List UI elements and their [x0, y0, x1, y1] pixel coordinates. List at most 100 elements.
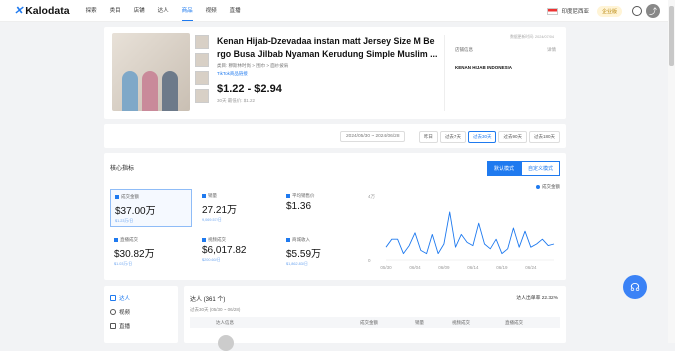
x-tick-label: 06/24	[525, 265, 537, 270]
col-revenue[interactable]: 成交金额	[360, 320, 378, 326]
kpi-label-text: 直播成交	[120, 237, 138, 242]
kpi-icon	[114, 238, 118, 242]
kpi-label: 视频成交	[202, 237, 276, 243]
col-creator[interactable]: 达人信息	[216, 320, 234, 326]
kpi-card[interactable]: 平均销售价 $1.36	[282, 189, 364, 227]
side-item-live[interactable]: 直播	[110, 322, 130, 330]
nav-item[interactable]: 类目	[110, 0, 121, 21]
price-range: $1.22 - $2.94	[217, 83, 282, 95]
col-live[interactable]: 直播成交	[505, 320, 523, 326]
range-button[interactable]: 过去30天	[467, 131, 497, 143]
x-tick-label: 06/14	[467, 265, 479, 270]
creators-panel: 达人 (361 个) 过去30天 (05/30 ~ 06/28) 达人出单率 2…	[184, 286, 566, 351]
headset-icon: ☊	[630, 281, 640, 294]
range-buttons: 昨日 过去7天 过去30天 过去90天 过去180天	[417, 131, 560, 143]
tiktok-link[interactable]: TikTok商品链接	[217, 71, 248, 77]
nav-item[interactable]: 视频	[206, 0, 217, 21]
breakdown-sidebar: 达人 视频 直播	[104, 286, 178, 343]
top-navbar: ✕ Kalodata 探索 类目 店铺 达人 商品 视频 直播 印度尼西亚 企业版 ⤴	[0, 0, 668, 22]
x-tick-label: 06/04	[409, 265, 421, 270]
logo-icon: ✕	[14, 5, 24, 17]
kpi-label: 成交金额	[115, 194, 187, 200]
nav-item[interactable]: 探索	[86, 0, 97, 21]
default-mode-button[interactable]: 默认模式	[486, 161, 521, 176]
range-button[interactable]: 过去7天	[439, 131, 466, 143]
range-button[interactable]: 昨日	[418, 131, 438, 143]
thumbnail[interactable]	[195, 89, 209, 103]
update-time: 数据更新时间: 2024/07/04	[510, 35, 554, 39]
kpi-label-text: 视频成交	[208, 237, 226, 242]
kpi-label-text: 销量	[208, 193, 217, 198]
kpi-card[interactable]: 销量 27.21万 9,069.57/日	[198, 189, 280, 227]
date-filter-bar: 2024/05/30 ~ 2024/06/28 昨日 过去7天 过去30天 过去90天…	[104, 124, 566, 148]
scrollbar[interactable]	[668, 0, 675, 343]
support-chat-button[interactable]: ☊	[623, 275, 647, 299]
series-line[interactable]	[385, 211, 555, 255]
kpi-label-text: 成交金额	[121, 194, 139, 199]
kpi-value: $37.00万	[115, 206, 156, 217]
side-item-label: 直播	[119, 324, 131, 330]
kpi-card[interactable]: 成交金额 $37.00万 $1.23万/日	[110, 189, 192, 227]
core-metrics-card: 核心指标 默认模式 自定义模式 成交金额 $37.00万 $1.23万/日 销量 27.…	[104, 153, 566, 280]
kpi-card[interactable]: 视频成交 $6,017.82 $200.60/日	[198, 233, 280, 271]
x-tick-label: 06/19	[496, 265, 508, 270]
side-item-videos[interactable]: 视频	[110, 308, 130, 316]
x-tick-label: 06/09	[438, 265, 450, 270]
live-icon	[110, 323, 116, 329]
side-item-creators[interactable]: 达人	[110, 294, 130, 302]
shop-name[interactable]: KENAN HIJAB INDONESIA	[455, 65, 512, 70]
kpi-daily: $200.60/日	[202, 258, 221, 262]
kpi-value: 27.21万	[202, 205, 238, 216]
kpi-card[interactable]: 商城收入 $5.59万 $1,862.83/日	[282, 233, 364, 271]
kpi-label-text: 商城收入	[292, 237, 310, 242]
kpi-value: $30.82万	[114, 249, 155, 260]
product-card: Kenan Hijab-Dzevadaa instan matt Jersey …	[104, 27, 566, 119]
shop-info: 数据更新时间: 2024/07/04 店铺信息 详情 KENAN HIJAB I…	[444, 35, 560, 111]
nav-item[interactable]: 店铺	[134, 0, 145, 21]
mode-toggle: 默认模式 自定义模式	[486, 161, 560, 176]
col-video[interactable]: 视频成交	[452, 320, 470, 326]
vip-badge[interactable]: 企业版	[596, 5, 622, 17]
creator-ratio: 达人出单率 22.32%	[516, 296, 558, 301]
indonesia-flag-icon	[547, 7, 559, 15]
y-tick-label: 4万	[368, 194, 376, 200]
thumbnail[interactable]	[195, 53, 209, 67]
kpi-label: 商城收入	[286, 237, 360, 243]
logo[interactable]: ✕ Kalodata	[14, 4, 70, 18]
kpi-daily: $1.23万/日	[115, 219, 134, 223]
product-category: 类目: 穆斯林时尚 > 围巾 > 面纱披肩	[217, 63, 289, 68]
kpi-value: $6,017.82	[202, 245, 247, 256]
creator-avatar[interactable]	[218, 335, 234, 351]
custom-mode-button[interactable]: 自定义模式	[520, 161, 560, 176]
product-main-image[interactable]	[112, 33, 190, 111]
nav-item[interactable]: 直播	[230, 0, 241, 21]
video-icon	[110, 309, 116, 315]
logo-text: Kalodata	[25, 4, 70, 17]
scrollbar-thumb[interactable]	[669, 6, 674, 66]
nav-item[interactable]: 商品	[181, 0, 193, 21]
settings-icon[interactable]	[632, 6, 642, 16]
kpi-icon	[286, 194, 290, 198]
kpi-label: 销量	[202, 193, 276, 199]
shop-label: 店铺信息	[455, 47, 473, 52]
range-button[interactable]: 过去180天	[528, 131, 560, 143]
nav-item[interactable]: 达人	[158, 0, 169, 21]
kpi-icon	[202, 194, 206, 198]
kpi-daily: $1.03万/日	[114, 262, 133, 266]
kpi-icon	[115, 195, 119, 199]
side-item-label: 达人	[119, 296, 131, 302]
x-tick-label: 05/30	[380, 265, 392, 270]
range-button[interactable]: 过去90天	[498, 131, 527, 143]
thumbnail[interactable]	[195, 35, 209, 49]
thumbnail[interactable]	[195, 71, 209, 85]
kpi-icon	[286, 238, 290, 242]
kpi-label: 直播成交	[114, 237, 188, 243]
region-selector[interactable]: 印度尼西亚	[561, 7, 589, 15]
kpi-daily: 9,069.57/日	[202, 218, 222, 222]
user-avatar[interactable]: ⤴	[646, 4, 660, 18]
kpi-card[interactable]: 直播成交 $30.82万 $1.03万/日	[110, 233, 192, 271]
col-sales[interactable]: 销量	[415, 320, 424, 326]
date-range-picker[interactable]: 2024/05/30 ~ 2024/06/28	[340, 131, 406, 142]
sales-line-chart: 0 4万 05/30 06/04 06/09 06/14 06/19 06/24	[368, 194, 555, 270]
shop-detail-link[interactable]: 详情	[547, 47, 556, 53]
